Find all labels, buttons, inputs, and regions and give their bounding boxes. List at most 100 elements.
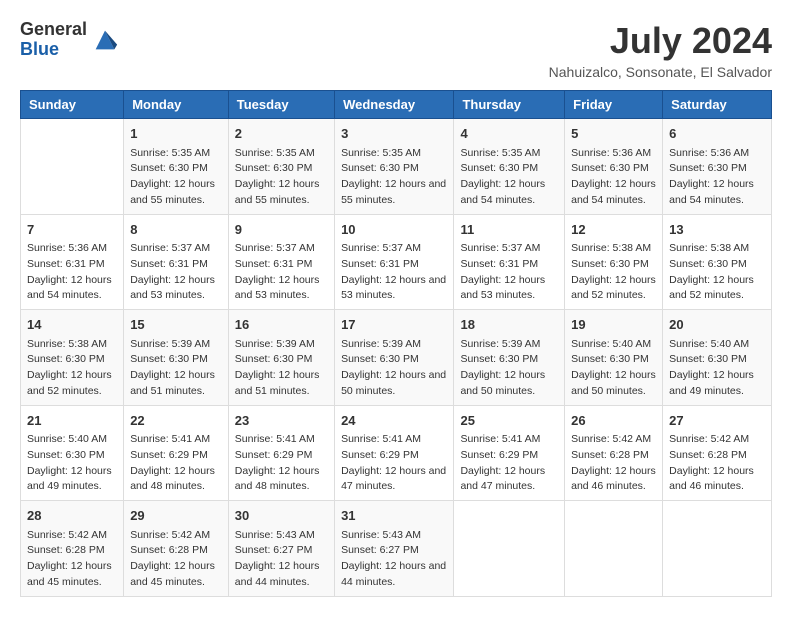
sunset-text: Sunset: 6:30 PM [460, 353, 538, 365]
day-number: 6 [669, 124, 765, 144]
calendar-cell: 2Sunrise: 5:35 AMSunset: 6:30 PMDaylight… [228, 119, 334, 215]
weekday-header-row: SundayMondayTuesdayWednesdayThursdayFrid… [21, 91, 772, 119]
daylight-text: Daylight: 12 hours and 48 minutes. [130, 465, 215, 493]
calendar-week-row: 28Sunrise: 5:42 AMSunset: 6:28 PMDayligh… [21, 501, 772, 597]
daylight-text: Daylight: 12 hours and 51 minutes. [235, 369, 320, 397]
weekday-header-wednesday: Wednesday [335, 91, 454, 119]
day-number: 24 [341, 411, 447, 431]
sunset-text: Sunset: 6:31 PM [130, 258, 208, 270]
month-year-title: July 2024 [549, 20, 772, 62]
day-number: 15 [130, 315, 222, 335]
sunrise-text: Sunrise: 5:39 AM [341, 338, 421, 350]
calendar-cell: 29Sunrise: 5:42 AMSunset: 6:28 PMDayligh… [124, 501, 229, 597]
daylight-text: Daylight: 12 hours and 48 minutes. [235, 465, 320, 493]
calendar-cell: 3Sunrise: 5:35 AMSunset: 6:30 PMDaylight… [335, 119, 454, 215]
daylight-text: Daylight: 12 hours and 53 minutes. [235, 274, 320, 302]
logo-text: General Blue [20, 20, 87, 60]
logo-general: General [20, 20, 87, 40]
sunset-text: Sunset: 6:27 PM [341, 544, 419, 556]
day-number: 26 [571, 411, 656, 431]
sunrise-text: Sunrise: 5:36 AM [571, 147, 651, 159]
weekday-header-tuesday: Tuesday [228, 91, 334, 119]
sunset-text: Sunset: 6:30 PM [669, 258, 747, 270]
calendar-cell: 24Sunrise: 5:41 AMSunset: 6:29 PMDayligh… [335, 405, 454, 501]
sunrise-text: Sunrise: 5:42 AM [571, 433, 651, 445]
calendar-cell: 14Sunrise: 5:38 AMSunset: 6:30 PMDayligh… [21, 310, 124, 406]
sunset-text: Sunset: 6:30 PM [235, 353, 313, 365]
daylight-text: Daylight: 12 hours and 54 minutes. [460, 178, 545, 206]
sunrise-text: Sunrise: 5:41 AM [130, 433, 210, 445]
sunrise-text: Sunrise: 5:38 AM [571, 242, 651, 254]
day-number: 5 [571, 124, 656, 144]
day-number: 14 [27, 315, 117, 335]
sunset-text: Sunset: 6:31 PM [460, 258, 538, 270]
weekday-header-saturday: Saturday [663, 91, 772, 119]
calendar-cell: 6Sunrise: 5:36 AMSunset: 6:30 PMDaylight… [663, 119, 772, 215]
daylight-text: Daylight: 12 hours and 52 minutes. [27, 369, 112, 397]
daylight-text: Daylight: 12 hours and 53 minutes. [130, 274, 215, 302]
sunset-text: Sunset: 6:31 PM [27, 258, 105, 270]
daylight-text: Daylight: 12 hours and 54 minutes. [571, 178, 656, 206]
calendar-cell: 1Sunrise: 5:35 AMSunset: 6:30 PMDaylight… [124, 119, 229, 215]
sunrise-text: Sunrise: 5:35 AM [130, 147, 210, 159]
sunrise-text: Sunrise: 5:37 AM [341, 242, 421, 254]
sunrise-text: Sunrise: 5:40 AM [27, 433, 107, 445]
daylight-text: Daylight: 12 hours and 54 minutes. [27, 274, 112, 302]
sunrise-text: Sunrise: 5:39 AM [235, 338, 315, 350]
calendar-cell: 15Sunrise: 5:39 AMSunset: 6:30 PMDayligh… [124, 310, 229, 406]
sunset-text: Sunset: 6:30 PM [27, 353, 105, 365]
calendar-cell: 21Sunrise: 5:40 AMSunset: 6:30 PMDayligh… [21, 405, 124, 501]
day-number: 22 [130, 411, 222, 431]
day-number: 21 [27, 411, 117, 431]
weekday-header-friday: Friday [565, 91, 663, 119]
sunset-text: Sunset: 6:30 PM [460, 162, 538, 174]
sunrise-text: Sunrise: 5:36 AM [27, 242, 107, 254]
daylight-text: Daylight: 12 hours and 49 minutes. [669, 369, 754, 397]
day-number: 13 [669, 220, 765, 240]
day-number: 19 [571, 315, 656, 335]
sunrise-text: Sunrise: 5:40 AM [571, 338, 651, 350]
day-number: 18 [460, 315, 558, 335]
day-number: 9 [235, 220, 328, 240]
sunset-text: Sunset: 6:28 PM [571, 449, 649, 461]
daylight-text: Daylight: 12 hours and 44 minutes. [235, 560, 320, 588]
calendar-cell: 9Sunrise: 5:37 AMSunset: 6:31 PMDaylight… [228, 214, 334, 310]
sunset-text: Sunset: 6:29 PM [341, 449, 419, 461]
calendar-cell: 26Sunrise: 5:42 AMSunset: 6:28 PMDayligh… [565, 405, 663, 501]
day-number: 11 [460, 220, 558, 240]
sunset-text: Sunset: 6:30 PM [669, 353, 747, 365]
daylight-text: Daylight: 12 hours and 55 minutes. [130, 178, 215, 206]
calendar-cell: 5Sunrise: 5:36 AMSunset: 6:30 PMDaylight… [565, 119, 663, 215]
daylight-text: Daylight: 12 hours and 45 minutes. [130, 560, 215, 588]
calendar-cell: 23Sunrise: 5:41 AMSunset: 6:29 PMDayligh… [228, 405, 334, 501]
daylight-text: Daylight: 12 hours and 55 minutes. [235, 178, 320, 206]
calendar-header: SundayMondayTuesdayWednesdayThursdayFrid… [21, 91, 772, 119]
title-section: July 2024 Nahuizalco, Sonsonate, El Salv… [549, 20, 772, 80]
daylight-text: Daylight: 12 hours and 51 minutes. [130, 369, 215, 397]
daylight-text: Daylight: 12 hours and 45 minutes. [27, 560, 112, 588]
sunset-text: Sunset: 6:29 PM [460, 449, 538, 461]
sunrise-text: Sunrise: 5:35 AM [341, 147, 421, 159]
calendar-cell: 7Sunrise: 5:36 AMSunset: 6:31 PMDaylight… [21, 214, 124, 310]
sunrise-text: Sunrise: 5:35 AM [460, 147, 540, 159]
daylight-text: Daylight: 12 hours and 53 minutes. [341, 274, 446, 302]
daylight-text: Daylight: 12 hours and 54 minutes. [669, 178, 754, 206]
day-number: 8 [130, 220, 222, 240]
sunrise-text: Sunrise: 5:42 AM [130, 529, 210, 541]
calendar-cell: 8Sunrise: 5:37 AMSunset: 6:31 PMDaylight… [124, 214, 229, 310]
daylight-text: Daylight: 12 hours and 47 minutes. [460, 465, 545, 493]
calendar-table: SundayMondayTuesdayWednesdayThursdayFrid… [20, 90, 772, 597]
sunset-text: Sunset: 6:28 PM [27, 544, 105, 556]
calendar-cell: 19Sunrise: 5:40 AMSunset: 6:30 PMDayligh… [565, 310, 663, 406]
day-number: 17 [341, 315, 447, 335]
day-number: 16 [235, 315, 328, 335]
calendar-cell: 12Sunrise: 5:38 AMSunset: 6:30 PMDayligh… [565, 214, 663, 310]
sunset-text: Sunset: 6:29 PM [130, 449, 208, 461]
page-header: General Blue July 2024 Nahuizalco, Sonso… [20, 20, 772, 80]
sunrise-text: Sunrise: 5:39 AM [130, 338, 210, 350]
day-number: 25 [460, 411, 558, 431]
sunset-text: Sunset: 6:30 PM [669, 162, 747, 174]
logo-blue: Blue [20, 40, 87, 60]
daylight-text: Daylight: 12 hours and 47 minutes. [341, 465, 446, 493]
sunset-text: Sunset: 6:30 PM [341, 353, 419, 365]
